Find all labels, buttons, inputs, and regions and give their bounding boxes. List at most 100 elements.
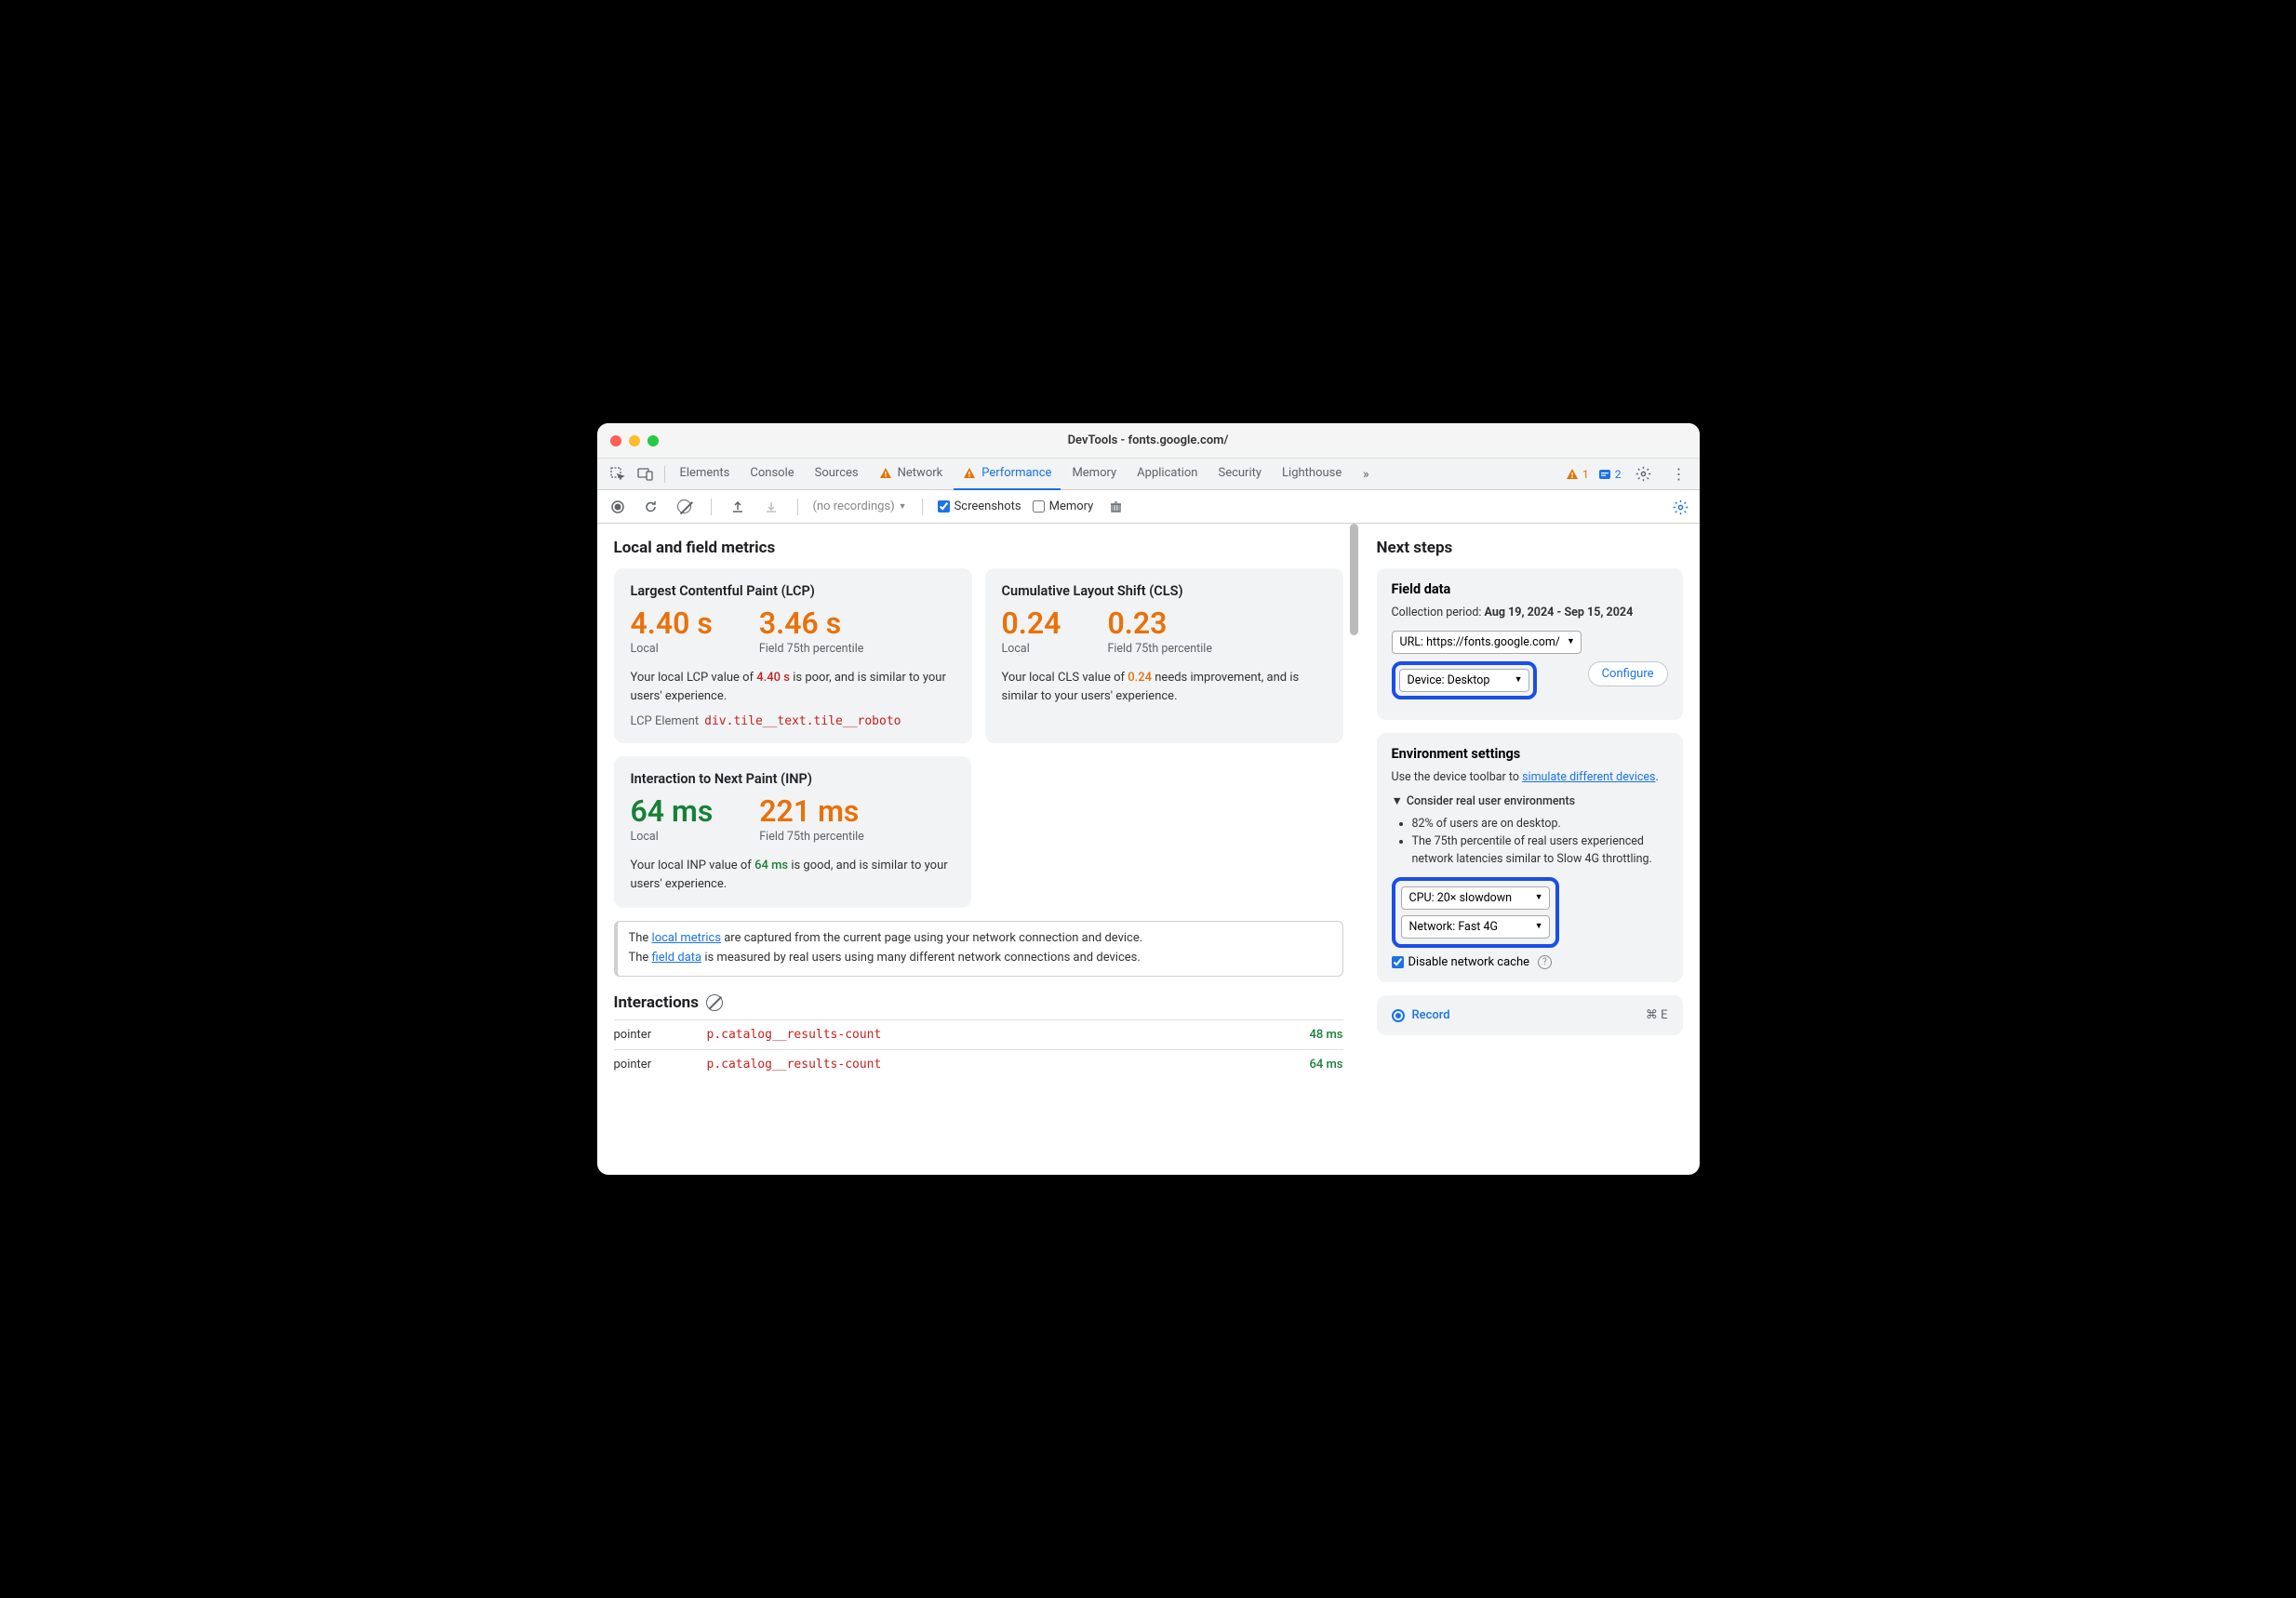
metrics-info-box: The local metrics are captured from the … xyxy=(614,921,1343,977)
tab-bar: Elements Console Sources Network Perform… xyxy=(597,459,1700,490)
download-icon[interactable] xyxy=(760,496,782,518)
window-title: DevTools - fonts.google.com/ xyxy=(1068,433,1229,447)
tab-console[interactable]: Console xyxy=(741,459,803,490)
cls-local: 0.24 Local xyxy=(1002,608,1061,656)
interaction-element: p.catalog__results-count xyxy=(707,1028,1310,1042)
info-icon xyxy=(1598,468,1611,481)
tab-performance[interactable]: Performance xyxy=(954,459,1061,490)
cls-note: Your local CLS value of 0.24 needs impro… xyxy=(1002,669,1327,705)
warning-icon xyxy=(963,467,976,480)
environment-panel: Environment settings Use the device tool… xyxy=(1377,733,1683,983)
tab-network[interactable]: Network xyxy=(870,459,953,490)
performance-toolbar: (no recordings)▼ Screenshots Memory xyxy=(597,490,1700,524)
cls-field: 0.23 Field 75th percentile xyxy=(1107,608,1212,656)
warnings-badge[interactable]: 1 xyxy=(1566,468,1589,481)
collection-period: Collection period: Aug 19, 2024 - Sep 15… xyxy=(1392,605,1668,621)
lcp-title: Largest Contentful Paint (LCP) xyxy=(631,583,955,599)
divider xyxy=(922,499,923,515)
tab-lighthouse[interactable]: Lighthouse xyxy=(1273,459,1351,490)
recordings-select[interactable]: (no recordings)▼ xyxy=(813,499,907,513)
configure-button[interactable]: Configure xyxy=(1588,661,1668,686)
settings-icon[interactable] xyxy=(1631,461,1657,487)
cls-card: Cumulative Layout Shift (CLS) 0.24 Local… xyxy=(985,568,1343,743)
lcp-local: 4.40 s Local xyxy=(631,608,713,656)
lcp-note: Your local LCP value of 4.40 s is poor, … xyxy=(631,669,955,705)
divider xyxy=(797,499,798,515)
inp-local: 64 ms Local xyxy=(631,796,714,844)
next-steps-heading: Next steps xyxy=(1377,539,1683,557)
record-button[interactable]: Record xyxy=(1392,1008,1450,1022)
help-icon[interactable]: ? xyxy=(1538,955,1552,969)
inp-card: Interaction to Next Paint (INP) 64 ms Lo… xyxy=(614,756,971,908)
tab-memory[interactable]: Memory xyxy=(1062,459,1126,490)
tab-application[interactable]: Application xyxy=(1128,459,1207,490)
device-toolbar-icon[interactable] xyxy=(633,461,659,487)
field-data-title: Field data xyxy=(1392,581,1668,597)
record-icon xyxy=(1392,1009,1405,1022)
interaction-element: p.catalog__results-count xyxy=(707,1058,1310,1072)
device-select-highlight: Device: Desktop xyxy=(1392,661,1537,699)
interaction-row[interactable]: pointerp.catalog__results-count48 ms xyxy=(614,1019,1343,1049)
url-select[interactable]: URL: https://fonts.google.com/ xyxy=(1392,631,1582,654)
more-tabs-icon[interactable]: » xyxy=(1353,461,1379,487)
panel-settings-icon[interactable] xyxy=(1670,496,1692,518)
kebab-menu-icon[interactable]: ⋮ xyxy=(1666,461,1692,487)
cpu-throttle-select[interactable]: CPU: 20× slowdown xyxy=(1401,886,1550,910)
next-steps-pane: Next steps Field data Collection period:… xyxy=(1360,524,1700,1175)
garbage-collect-icon[interactable] xyxy=(1104,496,1127,518)
tab-elements[interactable]: Elements xyxy=(671,459,740,490)
upload-icon[interactable] xyxy=(727,496,749,518)
titlebar: DevTools - fonts.google.com/ xyxy=(597,423,1700,459)
tabbar-right: 1 2 ⋮ xyxy=(1566,461,1692,487)
interaction-type: pointer xyxy=(614,1058,707,1072)
traffic-lights xyxy=(610,435,659,446)
interaction-time: 64 ms xyxy=(1309,1058,1342,1072)
disable-cache-checkbox[interactable]: Disable network cache ? xyxy=(1392,955,1668,969)
lcp-card: Largest Contentful Paint (LCP) 4.40 s Lo… xyxy=(614,568,972,743)
zoom-window-icon[interactable] xyxy=(647,435,659,446)
close-window-icon[interactable] xyxy=(610,435,621,446)
interaction-type: pointer xyxy=(614,1028,707,1042)
divider xyxy=(664,466,665,483)
divider xyxy=(711,499,712,515)
inspect-icon[interactable] xyxy=(605,461,631,487)
cls-title: Cumulative Layout Shift (CLS) xyxy=(1002,583,1327,599)
minimize-window-icon[interactable] xyxy=(629,435,640,446)
main-content: Local and field metrics Largest Contentf… xyxy=(597,524,1700,1175)
field-data-panel: Field data Collection period: Aug 19, 20… xyxy=(1377,568,1683,720)
screenshots-checkbox[interactable]: Screenshots xyxy=(938,499,1021,513)
inp-field: 221 ms Field 75th percentile xyxy=(759,796,864,844)
devtools-window: DevTools - fonts.google.com/ Elements Co… xyxy=(597,423,1700,1175)
reload-icon[interactable] xyxy=(640,496,662,518)
chevron-down-icon: ▼ xyxy=(1392,794,1403,808)
inp-note: Your local INP value of 64 ms is good, a… xyxy=(631,857,954,893)
device-select[interactable]: Device: Desktop xyxy=(1399,669,1529,692)
interaction-row[interactable]: pointerp.catalog__results-count64 ms xyxy=(614,1049,1343,1079)
inp-title: Interaction to Next Paint (INP) xyxy=(631,771,954,787)
warning-icon xyxy=(1566,468,1579,481)
metrics-pane: Local and field metrics Largest Contentf… xyxy=(597,524,1360,1175)
record-icon[interactable] xyxy=(607,496,629,518)
interactions-heading: Interactions xyxy=(614,993,1343,1012)
tab-security[interactable]: Security xyxy=(1208,459,1271,490)
tab-sources[interactable]: Sources xyxy=(806,459,868,490)
lcp-element[interactable]: LCP Elementdiv.tile__text.tile__roboto xyxy=(631,714,955,728)
field-data-link[interactable]: field data xyxy=(652,951,702,965)
local-metrics-link[interactable]: local metrics xyxy=(652,931,721,945)
env-subtitle: Use the device toolbar to simulate diffe… xyxy=(1392,769,1668,786)
interaction-time: 48 ms xyxy=(1309,1028,1342,1042)
clear-interactions-icon[interactable] xyxy=(706,994,723,1011)
memory-checkbox[interactable]: Memory xyxy=(1033,499,1094,513)
env-title: Environment settings xyxy=(1392,746,1668,762)
throttling-highlight: CPU: 20× slowdown Network: Fast 4G xyxy=(1392,877,1559,948)
record-panel: Record ⌘ E xyxy=(1377,995,1683,1035)
lcp-field: 3.46 s Field 75th percentile xyxy=(759,608,864,656)
record-shortcut: ⌘ E xyxy=(1646,1008,1668,1022)
issues-badge[interactable]: 2 xyxy=(1598,468,1622,481)
disclosure-toggle[interactable]: ▼Consider real user environments xyxy=(1392,794,1668,808)
simulate-devices-link[interactable]: simulate different devices xyxy=(1522,770,1655,784)
clear-icon[interactable] xyxy=(674,496,696,518)
env-bullets: 82% of users are on desktop. The 75th pe… xyxy=(1392,816,1668,868)
scrollbar-thumb[interactable] xyxy=(1350,524,1358,635)
network-throttle-select[interactable]: Network: Fast 4G xyxy=(1401,915,1550,939)
